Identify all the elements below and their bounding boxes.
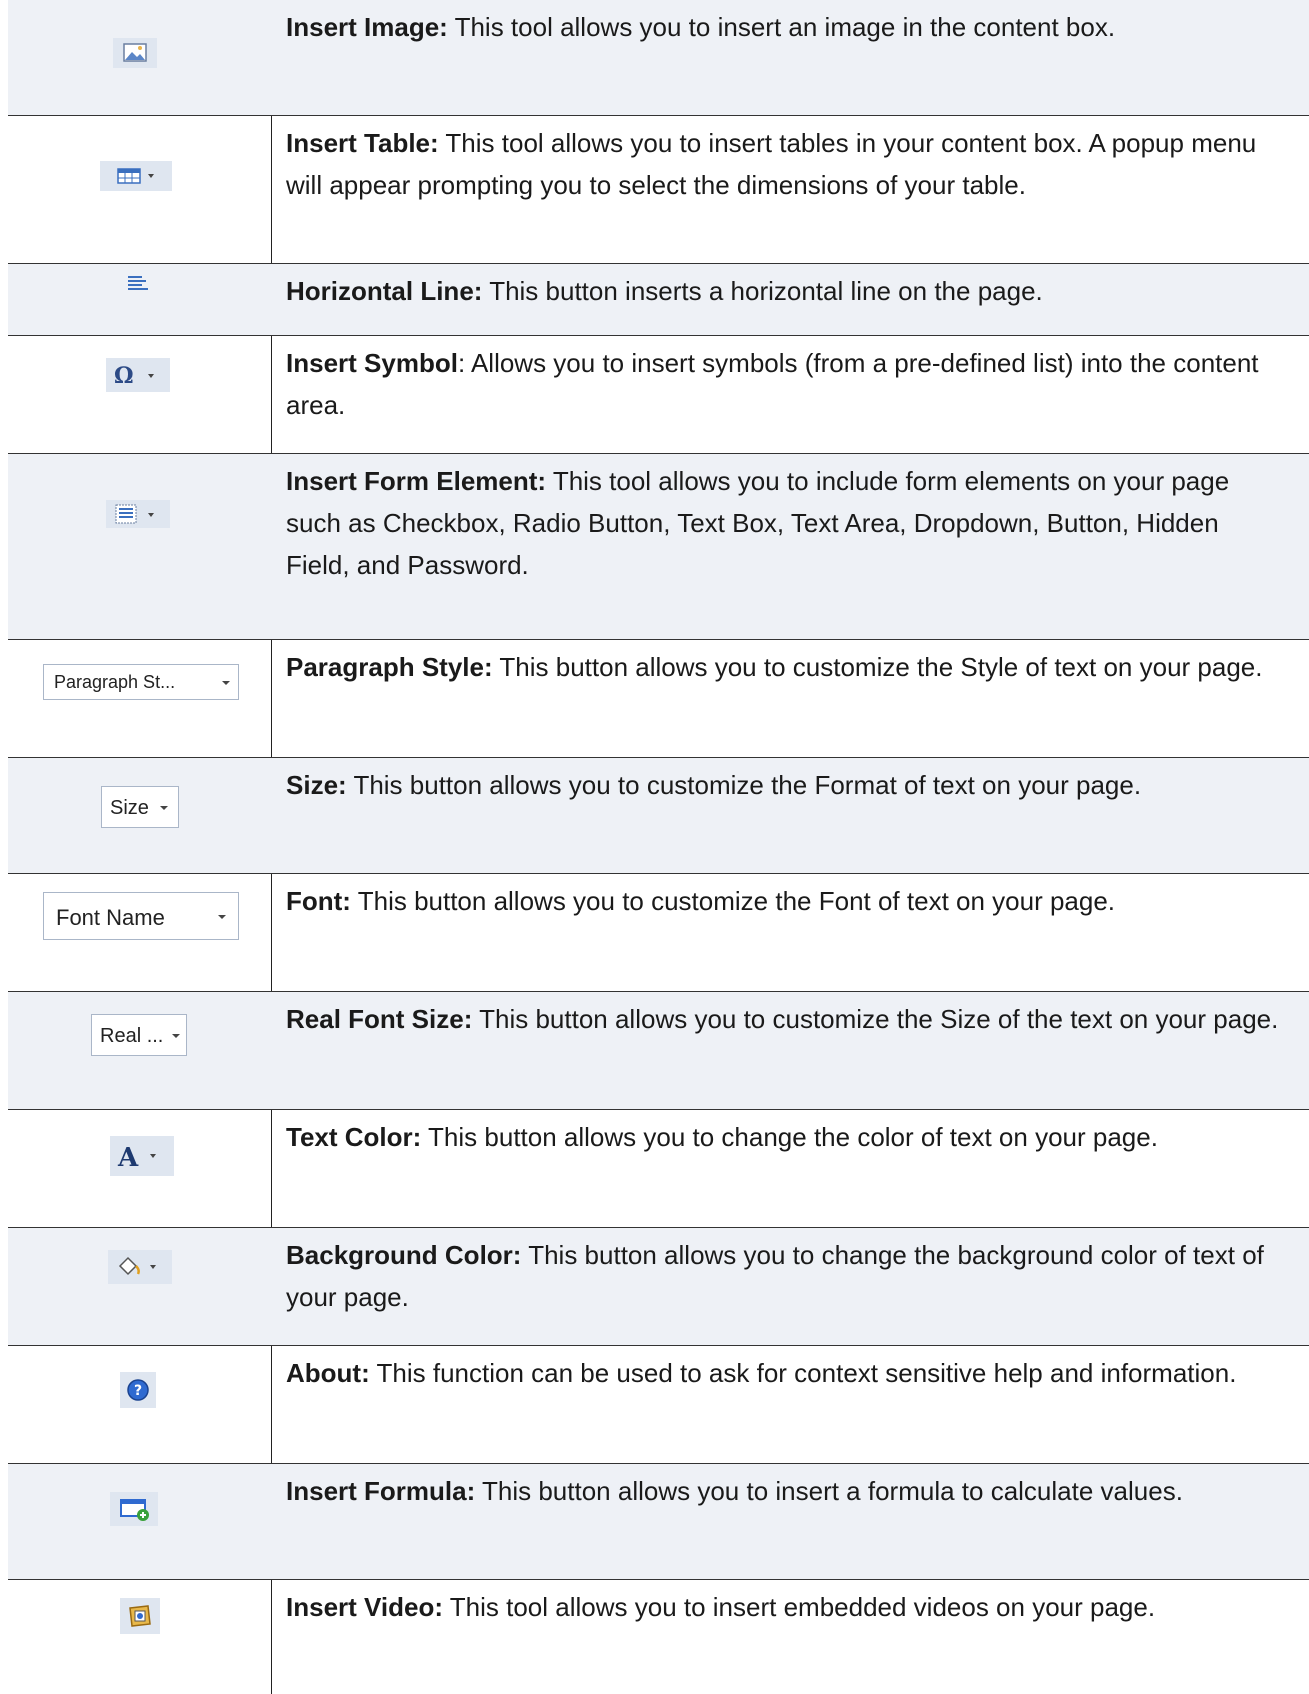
icon-cell: Size [8, 758, 272, 873]
description: Insert Image: This tool allows you to in… [286, 6, 1289, 48]
tool-title: Insert Form Element: [286, 466, 547, 496]
icon-cell: Real ... [8, 992, 272, 1109]
tool-title: Text Color: [286, 1122, 422, 1152]
paint-bucket-icon[interactable] [108, 1250, 172, 1284]
insert-formula-icon[interactable] [110, 1492, 158, 1526]
description: About: This function can be used to ask … [286, 1352, 1289, 1394]
help-icon[interactable]: ? [120, 1372, 156, 1408]
insert-table-icon[interactable] [100, 161, 172, 191]
tool-description: This function can be used to ask for con… [369, 1358, 1237, 1388]
tool-title: Font: [286, 886, 351, 916]
icon-cell: Font Name [8, 874, 272, 991]
tool-title: Insert Video: [286, 1592, 444, 1622]
icon-cell [8, 1580, 272, 1694]
tool-description: This button allows you to insert a formu… [475, 1476, 1183, 1506]
font-name-dropdown[interactable]: Font Name [43, 892, 239, 940]
table-row: Background Color: This button allows you… [8, 1228, 1309, 1346]
size-dropdown[interactable]: Size [101, 786, 179, 828]
tool-title: Horizontal Line: [286, 276, 483, 306]
svg-text:?: ? [134, 1383, 142, 1399]
table-row: Insert Image: This tool allows you to in… [8, 0, 1309, 116]
tool-title: Size: [286, 770, 347, 800]
tool-description: This button inserts a horizontal line on… [482, 276, 1043, 306]
description: Horizontal Line: This button inserts a h… [286, 270, 1289, 312]
tool-description: This button allows you to customize the … [346, 770, 1142, 800]
table-row: Real ... Real Font Size: This button all… [8, 992, 1309, 1110]
dropdown-value: Font Name [56, 905, 165, 930]
chevron-down-icon [172, 1034, 180, 1038]
svg-text:A: A [117, 1143, 139, 1173]
description: Insert Formula: This button allows you t… [286, 1470, 1289, 1512]
icon-cell: Ω [8, 336, 272, 453]
table-row: Insert Video: This tool allows you to in… [8, 1580, 1309, 1694]
icon-cell [8, 454, 272, 639]
dropdown-value: Real ... [100, 1025, 164, 1047]
real-font-size-dropdown[interactable]: Real ... [91, 1014, 187, 1056]
tool-title: Insert Formula: [286, 1476, 476, 1506]
icon-cell [8, 1464, 272, 1579]
tool-description: This button allows you to customize the … [492, 652, 1263, 682]
horizontal-line-icon[interactable] [126, 272, 150, 296]
icon-cell: Paragraph St... [8, 640, 272, 757]
tool-title: Paragraph Style: [286, 652, 493, 682]
tool-title: Real Font Size: [286, 1004, 473, 1034]
svg-text:Ω: Ω [114, 363, 134, 389]
tool-description: This tool allows you to insert an image … [447, 12, 1116, 42]
table-row: Paragraph St... Paragraph Style: This bu… [8, 640, 1309, 758]
table-row: Font Name Font: This button allows you t… [8, 874, 1309, 992]
description: Insert Form Element: This tool allows yo… [286, 460, 1289, 586]
text-color-icon[interactable]: A [110, 1136, 174, 1176]
icon-cell: ? [8, 1346, 272, 1463]
tool-title: Background Color: [286, 1240, 522, 1270]
table-row: Insert Formula: This button allows you t… [8, 1464, 1309, 1580]
insert-image-icon[interactable] [113, 38, 157, 68]
description: Font: This button allows you to customiz… [286, 880, 1289, 922]
description: Insert Video: This tool allows you to in… [286, 1586, 1289, 1628]
description: Real Font Size: This button allows you t… [286, 998, 1289, 1040]
chevron-down-icon [160, 806, 168, 810]
paragraph-style-dropdown[interactable]: Paragraph St... [43, 664, 239, 700]
chevron-down-icon [218, 915, 226, 919]
chevron-down-icon [222, 681, 230, 685]
tool-description: This button allows you to change the col… [421, 1122, 1158, 1152]
table-row: A Text Color: This button allows you to … [8, 1110, 1309, 1228]
description: Text Color: This button allows you to ch… [286, 1116, 1289, 1158]
tool-title: Insert Symbol [286, 348, 458, 378]
description: Size: This button allows you to customiz… [286, 764, 1289, 806]
tool-description: This tool allows you to insert embedded … [443, 1592, 1156, 1622]
tool-description: This button allows you to customize the … [350, 886, 1116, 916]
table-row: ? About: This function can be used to as… [8, 1346, 1309, 1464]
description: Background Color: This button allows you… [286, 1234, 1289, 1318]
table-row: Horizontal Line: This button inserts a h… [8, 264, 1309, 336]
table-row: Insert Table: This tool allows you to in… [8, 116, 1309, 264]
tool-title: Insert Table: [286, 128, 439, 158]
table-row: Insert Form Element: This tool allows yo… [8, 454, 1309, 640]
insert-video-icon[interactable] [120, 1598, 160, 1634]
icon-cell [8, 0, 272, 115]
description: Insert Table: This tool allows you to in… [286, 122, 1289, 206]
icon-cell: A [8, 1110, 272, 1227]
table-row: Size Size: This button allows you to cus… [8, 758, 1309, 874]
icon-cell [8, 116, 272, 263]
tool-title: About: [286, 1358, 370, 1388]
tool-description: This button allows you to customize the … [472, 1004, 1279, 1034]
dropdown-value: Size [110, 797, 149, 819]
icon-cell [8, 264, 272, 335]
description: Paragraph Style: This button allows you … [286, 646, 1289, 688]
tool-title: Insert Image: [286, 12, 448, 42]
table-row: Ω Insert Symbol: Allows you to insert sy… [8, 336, 1309, 454]
omega-symbol-icon[interactable]: Ω [106, 358, 170, 392]
description: Insert Symbol: Allows you to insert symb… [286, 342, 1289, 426]
icon-cell [8, 1228, 272, 1345]
form-element-icon[interactable] [106, 500, 170, 528]
dropdown-value: Paragraph St... [54, 672, 176, 692]
